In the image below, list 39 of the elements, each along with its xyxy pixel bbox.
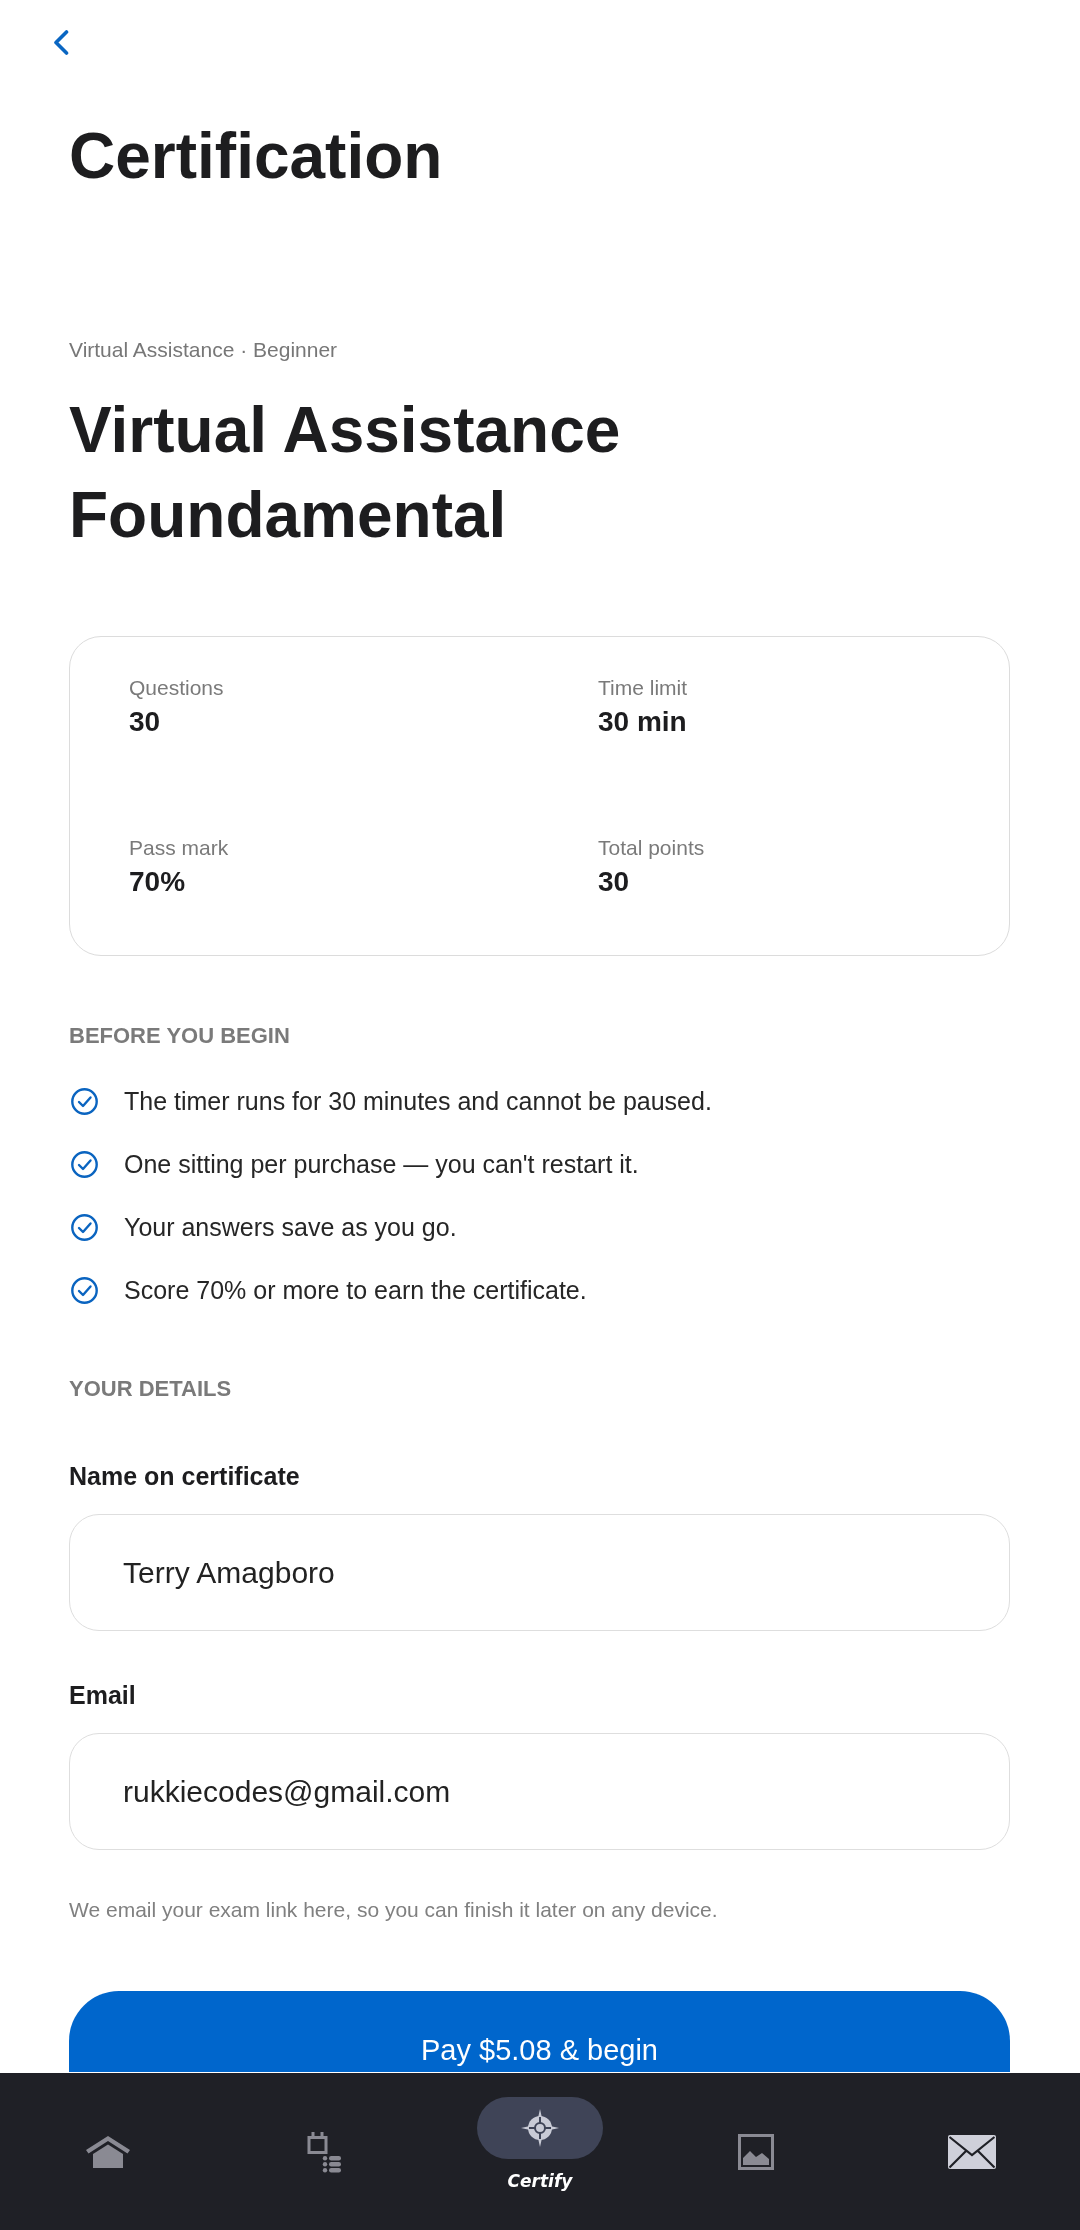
stat-value: 70% [129, 865, 186, 899]
stat-label: Questions [129, 675, 224, 701]
checklist-text: The timer runs for 30 minutes and cannot be paused. [124, 1086, 712, 1117]
stat-label: Pass mark [129, 835, 229, 861]
check-circle-icon [71, 1150, 98, 1178]
page-title: Certification [69, 119, 443, 194]
stat-value: 30 [129, 705, 161, 739]
house-icon [86, 2135, 130, 2168]
stat-label: Time limit [598, 675, 688, 701]
section-heading: YOUR DETAILS [69, 1375, 232, 1403]
nav-tab[interactable]: Certify [477, 2097, 603, 2192]
checklist-text: Your answers save as you go. [124, 1212, 457, 1243]
nav-tab[interactable] [307, 2130, 341, 2173]
field-label: Email [69, 1680, 136, 1710]
field-label: Name on certificate [69, 1461, 300, 1491]
crosshair-icon [521, 2109, 559, 2147]
check-circle-icon [71, 1213, 98, 1241]
text-input-field[interactable]: Terry Amagboro [69, 1514, 1010, 1631]
course-title: Virtual Assistance Foundamental [69, 393, 622, 553]
nav-tab[interactable] [86, 2135, 130, 2168]
chevron-left-icon [53, 30, 69, 55]
text-input-field[interactable]: rukkiecodes@gmail.com [69, 1733, 1010, 1850]
checklist-text: Score 70% or more to earn the certificate. [124, 1275, 587, 1306]
helper-text: We email your exam link here, so you can finish it later on any device. [69, 1897, 718, 1923]
course-breadcrumb: Virtual Assistance · Beginner [69, 337, 338, 363]
back-button[interactable] [53, 30, 69, 55]
nav-tab[interactable] [948, 2134, 996, 2169]
nav-tab[interactable] [738, 2133, 774, 2170]
stat-value: 30 [598, 865, 630, 899]
envelope-icon [948, 2134, 996, 2169]
stat-label: Total points [598, 835, 705, 861]
image-icon [738, 2133, 774, 2170]
check-circle-icon [71, 1276, 98, 1304]
check-circle-icon [71, 1087, 98, 1115]
calendar-list-icon [307, 2130, 341, 2173]
pay-button[interactable]: Pay $5.08 & begin [69, 1991, 1010, 2072]
checklist-text: One sitting per purchase — you can't restart it. [124, 1149, 639, 1180]
section-heading: BEFORE YOU BEGIN [69, 1022, 290, 1050]
stat-value: 30 min [598, 705, 687, 739]
